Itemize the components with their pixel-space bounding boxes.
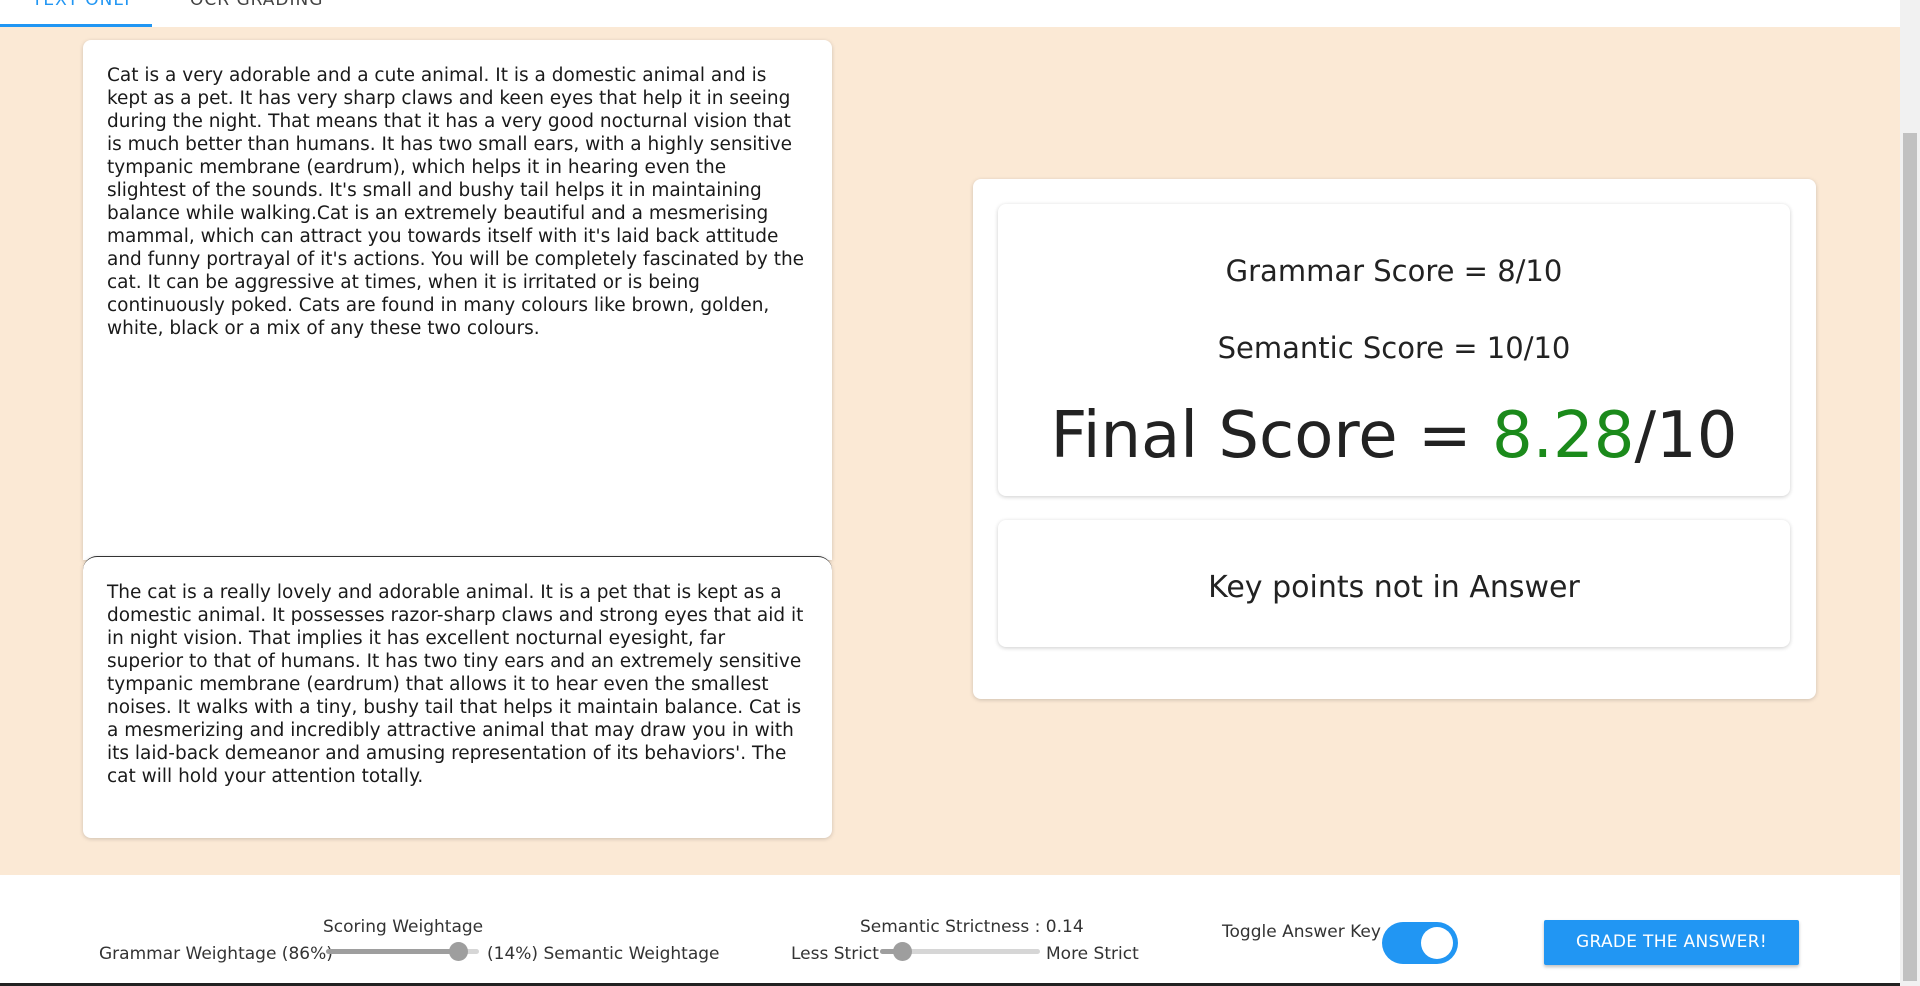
page-scrollbar[interactable] [1900,0,1920,986]
toggle-knob [1421,927,1453,959]
key-points-title: Key points not in Answer [1208,570,1580,605]
slider-fill [326,949,458,954]
less-strict-label: Less Strict [791,944,879,964]
semantic-weightage-label: (14%) Semantic Weightage [487,944,720,964]
toggle-answer-key-label: Toggle Answer Key [1222,922,1381,942]
scoring-weightage-slider[interactable] [326,942,479,961]
final-score-value: 8.28 [1491,399,1635,473]
final-score: Final Score = 8.28/10 [998,396,1790,476]
scoring-weightage-title: Scoring Weightage [323,917,484,937]
semantic-strictness-title: Semantic Strictness : 0.14 [860,917,1084,937]
grade-answer-button[interactable]: GRADE THE ANSWER! [1544,920,1799,965]
answer-key-toggle[interactable] [1382,922,1458,964]
grammar-score: Grammar Score = 8/10 [1225,254,1563,288]
answer-key-text[interactable]: Cat is a very adorable and a cute animal… [107,64,807,340]
student-answer-text[interactable]: The cat is a really lovely and adorable … [107,581,807,788]
more-strict-label: More Strict [1046,944,1139,964]
results-panel: Grammar Score = 8/10 Semantic Score = 10… [973,179,1816,699]
semantic-strictness-slider[interactable] [880,942,1040,961]
final-score-suffix: /10 [1634,399,1738,473]
main-area: Cat is a very adorable and a cute animal… [0,27,1900,875]
final-score-prefix: Final Score = [1050,399,1492,473]
top-tab-bar: TEXT ONLY OCR GRADING [0,0,1900,27]
tab-ocr-grading[interactable]: OCR GRADING [190,0,323,26]
semantic-score: Semantic Score = 10/10 [1217,331,1571,365]
score-card: Grammar Score = 8/10 Semantic Score = 10… [998,204,1790,496]
key-points-card: Key points not in Answer [998,520,1790,647]
tab-text-only[interactable]: TEXT ONLY [32,0,133,26]
answer-key-card: Cat is a very adorable and a cute animal… [83,40,832,560]
student-answer-card: The cat is a really lovely and adorable … [83,556,832,838]
slider-thumb[interactable] [448,942,468,961]
scrollbar-thumb[interactable] [1903,133,1917,981]
control-footer: Scoring Weightage Grammar Weightage (86%… [0,875,1900,983]
grammar-weightage-label: Grammar Weightage (86%) [99,944,333,964]
slider-thumb[interactable] [893,942,913,961]
